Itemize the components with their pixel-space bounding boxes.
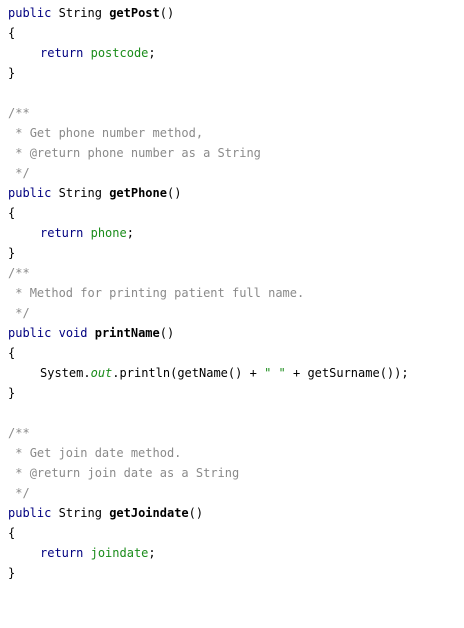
method-name: getJoindate	[109, 506, 189, 520]
keyword-public: public	[8, 506, 52, 520]
type-string: String	[58, 506, 102, 520]
code-editor[interactable]: public String getPost() { return postcod…	[8, 3, 458, 583]
doc-text: Get phone number method,	[29, 126, 204, 140]
code-line-close-brace: }	[8, 246, 16, 260]
method-name: getPhone	[109, 186, 167, 200]
code-line-method-signature: public String getPost()	[8, 3, 458, 23]
code-line-doc-open: /**	[8, 426, 30, 440]
keyword-public: public	[8, 326, 52, 340]
code-line-println: System.out.println(getName() + " " + get…	[40, 366, 409, 380]
plus-operator: +	[249, 366, 257, 380]
semicolon: ;	[148, 546, 156, 560]
return-value: joindate	[90, 546, 149, 560]
doc-star: *	[8, 126, 23, 140]
type-string: String	[58, 6, 102, 20]
code-line-doc-return: * @return phone number as a String	[8, 143, 458, 163]
doc-tag: @return	[29, 466, 81, 480]
get-surname-call: getSurname	[307, 366, 380, 380]
doc-tag: @return	[29, 146, 81, 160]
get-name-call: getName	[177, 366, 228, 380]
keyword-public: public	[8, 186, 52, 200]
system-class: System	[40, 366, 84, 380]
code-line-doc-text: * Method for printing patient full name.	[8, 283, 458, 303]
code-line-close-brace: }	[8, 566, 16, 580]
doc-text: phone number as a String	[87, 146, 261, 160]
code-line-method-signature: public String getJoindate()	[8, 503, 458, 523]
code-line-return: return postcode;	[8, 43, 458, 63]
parens: ()	[188, 506, 204, 520]
keyword-return: return	[40, 546, 84, 560]
semicolon: ;	[148, 46, 156, 60]
println-call: println	[119, 366, 171, 380]
semicolon: ;	[126, 226, 134, 240]
code-line-doc-open: /**	[8, 106, 30, 120]
code-line-return: return joindate;	[8, 543, 458, 563]
return-value: postcode	[90, 46, 149, 60]
code-line-doc-close: */	[8, 166, 30, 180]
doc-star: *	[8, 446, 23, 460]
code-line-doc-close: */	[8, 486, 30, 500]
code-line-close-brace: }	[8, 386, 16, 400]
keyword-return: return	[40, 226, 84, 240]
out-field: out	[90, 366, 113, 380]
keyword-return: return	[40, 46, 84, 60]
parens: ()	[159, 326, 175, 340]
doc-star: *	[8, 286, 23, 300]
code-line-doc-text: * Get join date method.	[8, 443, 458, 463]
code-line-doc-open: /**	[8, 266, 30, 280]
code-line-return: return phone;	[8, 223, 458, 243]
keyword-void: void	[58, 326, 88, 340]
type-string: String	[58, 186, 102, 200]
parens: ()	[166, 186, 182, 200]
parens: ()	[159, 6, 175, 20]
plus-operator: +	[292, 366, 301, 380]
string-literal: " "	[264, 366, 286, 380]
code-line-close-brace: }	[8, 66, 16, 80]
code-line-doc-text: * Get phone number method,	[8, 123, 458, 143]
doc-text: join date as a String	[87, 466, 240, 480]
code-line-doc-close: */	[8, 306, 30, 320]
doc-text: Method for printing patient full name.	[29, 286, 305, 300]
code-line-method-signature: public String getPhone()	[8, 183, 458, 203]
code-line-open-brace: {	[8, 26, 16, 40]
doc-text: Get join date method.	[29, 446, 182, 460]
code-line-method-signature: public void printName()	[8, 323, 458, 343]
code-line-open-brace: {	[8, 206, 16, 220]
code-line-doc-return: * @return join date as a String	[8, 463, 458, 483]
code-line-open-brace: {	[8, 346, 16, 360]
method-name: getPost	[109, 6, 160, 20]
keyword-public: public	[8, 6, 52, 20]
code-line-open-brace: {	[8, 526, 16, 540]
doc-star: *	[8, 466, 23, 480]
return-value: phone	[90, 226, 127, 240]
method-name: printName	[94, 326, 160, 340]
doc-star: *	[8, 146, 23, 160]
